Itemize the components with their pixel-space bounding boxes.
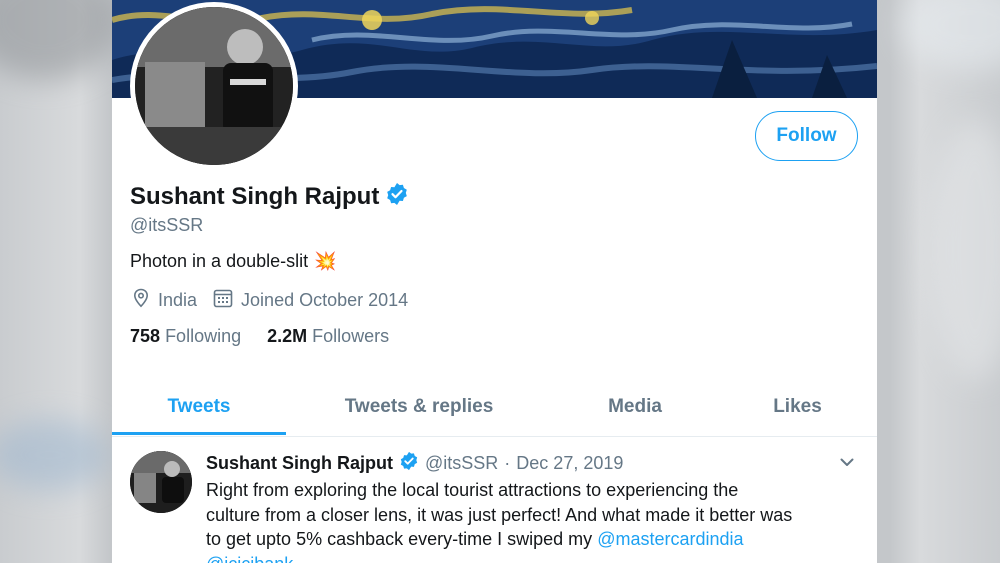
followers-label: Followers	[312, 326, 390, 346]
profile-photo	[135, 7, 293, 165]
profile-handle: @itsSSR	[130, 215, 204, 235]
tab-likes[interactable]: Likes	[718, 378, 877, 436]
tab-tweets[interactable]: Tweets	[112, 378, 286, 436]
tweet-avatar-photo	[130, 451, 192, 513]
profile-stats: 758 Following 2.2M Followers	[130, 326, 389, 347]
chevron-down-icon[interactable]	[838, 453, 856, 476]
following-link[interactable]: 758 Following	[130, 326, 241, 347]
collision-emoji: 💥	[314, 251, 337, 271]
followers-count: 2.2M	[267, 326, 308, 346]
profile-name-row: Sushant Singh Rajput	[130, 182, 409, 211]
background-blur-shape	[900, 0, 1000, 70]
tweet-text: Right from exploring the local tourist a…	[206, 478, 866, 563]
background-blur-shape	[0, 0, 120, 80]
profile-name: Sushant Singh Rajput	[130, 182, 380, 210]
location-item: India	[132, 288, 197, 313]
joined-text: Joined October 2014	[241, 290, 409, 310]
joined-item: Joined October 2014	[213, 288, 408, 313]
verified-badge-icon	[399, 451, 419, 476]
tweet-date[interactable]: Dec 27, 2019	[516, 453, 623, 474]
background-blur-shape	[0, 420, 110, 490]
profile-tabs: Tweets Tweets & replies Media Likes	[112, 378, 877, 437]
tweet-text-line: Right from exploring the local tourist a…	[206, 480, 739, 500]
location-text: India	[158, 290, 198, 310]
calendar-icon	[213, 288, 233, 313]
tweet-avatar[interactable]	[130, 451, 192, 513]
profile-card: Follow Sushant Singh Rajput @itsSSR Phot…	[112, 0, 877, 563]
mention-link[interactable]: @mastercardindia	[597, 529, 743, 549]
bio-text: Photon in a double-slit	[130, 251, 309, 271]
verified-badge-icon	[385, 182, 409, 211]
tweet-text-line: to get upto 5% cashback every-time I swi…	[206, 527, 866, 552]
tweet-header: Sushant Singh Rajput @itsSSR · Dec 27, 2…	[206, 451, 623, 476]
tweet-text-fragment: to get upto 5% cashback every-time I swi…	[206, 529, 598, 549]
profile-avatar[interactable]	[130, 2, 298, 170]
mention-link[interactable]: @icicibank	[206, 554, 293, 563]
tweet-text-line: culture from a closer lens, it was just …	[206, 504, 793, 525]
following-count: 758	[130, 326, 161, 346]
followers-link[interactable]: 2.2M Followers	[267, 326, 389, 347]
tweet-separator: ·	[504, 453, 511, 473]
background-blur-shape	[930, 120, 1000, 380]
follow-button[interactable]: Follow	[755, 111, 858, 161]
tweet-text-line: @icicibank	[206, 552, 866, 563]
active-tab-indicator	[112, 432, 286, 435]
location-pin-icon	[132, 288, 150, 313]
tab-tweets-replies[interactable]: Tweets & replies	[286, 378, 552, 436]
tweet-author-name[interactable]: Sushant Singh Rajput	[206, 453, 393, 474]
profile-meta: India Joined October 2014	[132, 288, 424, 313]
profile-bio: Photon in a double-slit 💥	[130, 251, 337, 272]
tab-media[interactable]: Media	[552, 378, 718, 436]
following-label: Following	[165, 326, 242, 346]
tweet-author-handle[interactable]: @itsSSR	[425, 453, 498, 474]
